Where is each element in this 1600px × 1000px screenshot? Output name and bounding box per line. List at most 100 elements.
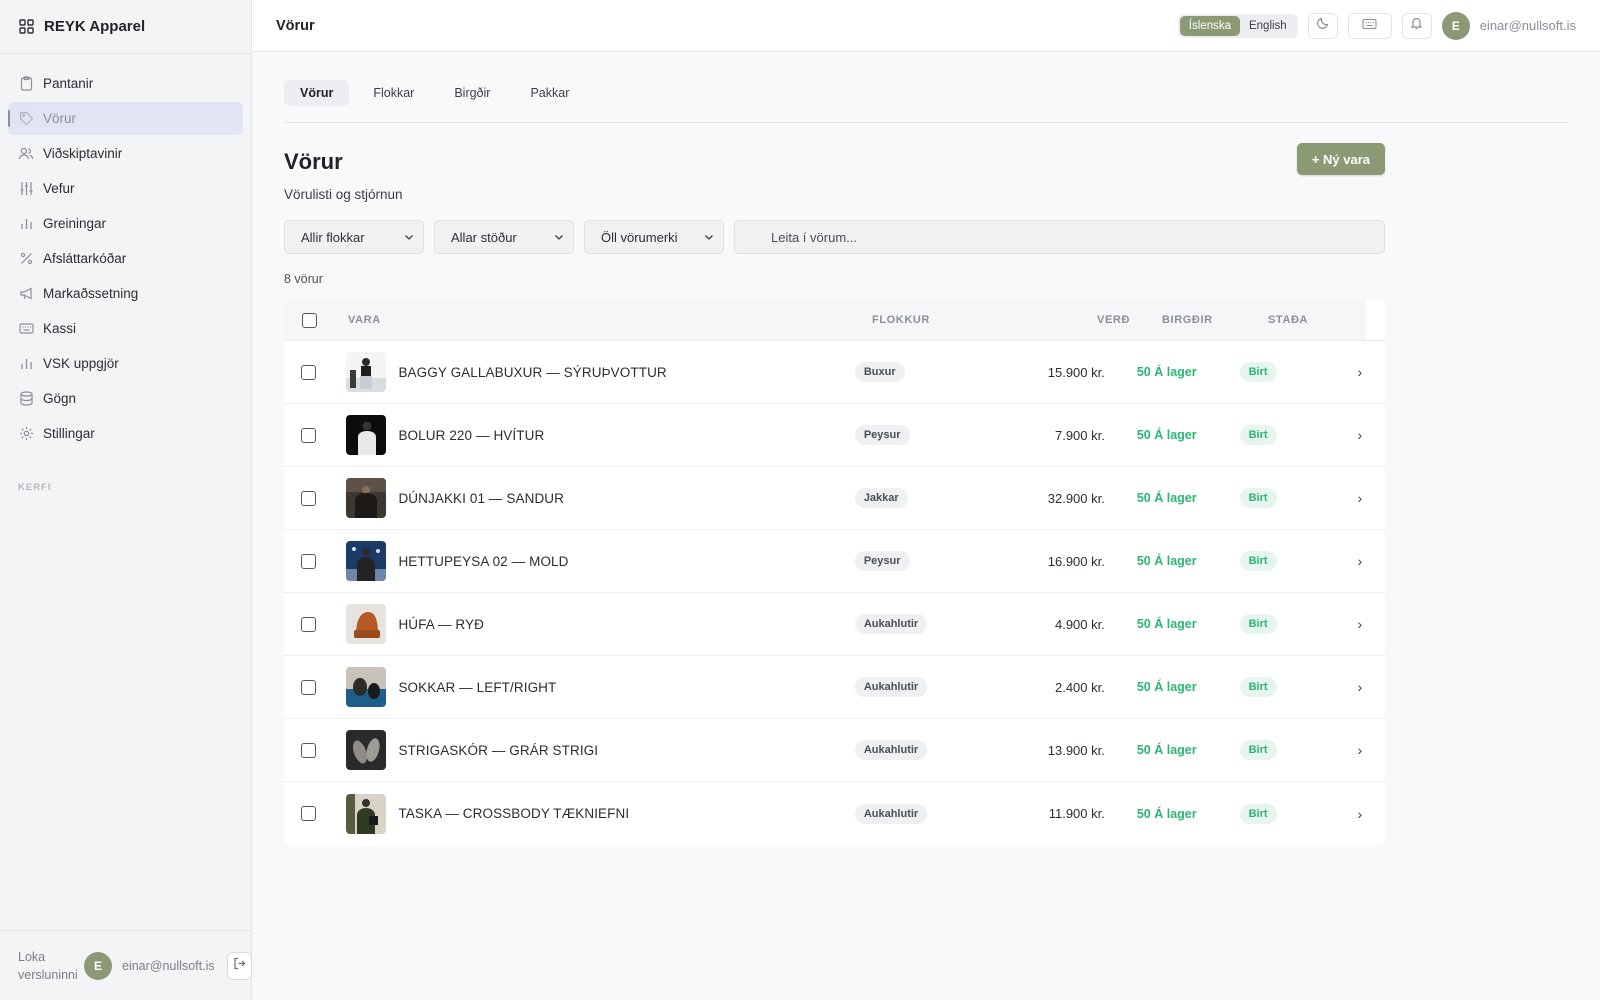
sidebar-item-label: Vefur [43, 181, 75, 196]
sidebar-item-vefur[interactable]: Vefur [8, 172, 243, 205]
bell-icon [1410, 16, 1423, 35]
brand-filter-select[interactable]: Öll vörumerki [584, 220, 724, 254]
notifications-button[interactable] [1401, 12, 1432, 39]
sidebar-item-vidskiptavinir[interactable]: Viðskiptavinir [8, 137, 243, 170]
dark-mode-button[interactable] [1307, 12, 1338, 39]
category-badge: Aukahlutir [854, 740, 928, 760]
close-store-link[interactable]: Loka versluninni [18, 948, 78, 984]
chevron-right-icon[interactable]: › [1357, 742, 1362, 758]
filter-bar: Allir flokkar Allar stöður Öll vörumerki… [284, 220, 1385, 254]
sidebar-item-vorur[interactable]: Vörur [8, 102, 243, 135]
row-checkbox-cell [284, 490, 332, 506]
category-cell: Peysur [839, 551, 993, 571]
category-badge: Aukahlutir [854, 803, 928, 824]
table-row[interactable]: STRIGASKÓR — GRÁR STRIGI Aukahlutir 13.9… [284, 719, 1385, 782]
chevron-right-icon[interactable]: › [1357, 806, 1362, 822]
product-price: 13.900 kr. [1047, 742, 1105, 758]
table-row[interactable]: HETTUPEYSA 02 — MOLD Peysur 16.900 kr. 5… [284, 530, 1385, 593]
sidebar-item-vsk-uppgjor[interactable]: VSK uppgjör [8, 347, 243, 380]
percent-icon [18, 251, 34, 267]
stock-status: 50 Á lager [1136, 491, 1197, 505]
select-value: Öll vörumerki [601, 229, 678, 245]
user-email[interactable]: einar@nullsoft.is [1480, 18, 1576, 33]
sidebar-item-kassi[interactable]: Kassi [8, 312, 243, 345]
chevron-right-icon[interactable]: › [1357, 616, 1362, 632]
page-header-title: Vörur [276, 17, 315, 34]
column-header-stada: STAÐA [1268, 300, 1366, 340]
sidebar-item-stillingar[interactable]: Stillingar [8, 417, 243, 450]
brand[interactable]: REYK Apparel [0, 0, 251, 54]
category-filter-select[interactable]: Allir flokkar [284, 220, 424, 254]
row-checkbox[interactable] [300, 490, 316, 506]
lang-button-islenska[interactable]: Íslenska [1179, 15, 1240, 36]
product-name[interactable]: BOLUR 220 — HVÍTUR [398, 428, 544, 443]
chevron-right-icon[interactable]: › [1357, 679, 1362, 695]
sidebar-item-markadssetning[interactable]: Markaðssetning [8, 277, 243, 310]
row-checkbox[interactable] [300, 616, 316, 632]
header-select-all [284, 300, 334, 340]
product-thumbnail [346, 604, 387, 644]
tab-pakkar[interactable]: Pakkar [514, 80, 585, 106]
main-content: Vörur Flokkar Birgðir Pakkar Vörur Vörul… [284, 52, 1568, 845]
product-name[interactable]: STRIGASKÓR — GRÁR STRIGI [398, 743, 598, 758]
keyboard-shortcuts-button[interactable] [1347, 12, 1392, 39]
product-price: 4.900 kr. [1054, 616, 1105, 632]
avatar[interactable]: E [1441, 11, 1470, 40]
stock-status: 50 Á lager [1136, 680, 1197, 694]
row-checkbox[interactable] [300, 364, 316, 380]
stock-status: 50 Á lager [1136, 806, 1197, 821]
chevron-right-icon[interactable]: › [1357, 553, 1362, 569]
sidebar-item-label: Pantanir [43, 76, 94, 91]
row-checkbox-cell [284, 427, 332, 443]
megaphone-icon [18, 286, 34, 302]
brand-name: REYK Apparel [44, 18, 146, 35]
row-chevron-cell: › [1335, 616, 1385, 632]
row-checkbox-cell [284, 364, 332, 380]
status-badge: Birt [1239, 362, 1277, 382]
row-checkbox[interactable] [300, 742, 316, 758]
table-row[interactable]: SOKKAR — LEFT/RIGHT Aukahlutir 2.400 kr.… [284, 656, 1385, 719]
product-search-input[interactable]: Leita í vörum... [734, 220, 1385, 254]
stock-cell: 50 Á lager [1113, 552, 1240, 570]
table-row[interactable]: TASKA — CROSSBODY TÆKNIEFNI Aukahlutir 1… [284, 782, 1385, 845]
sidebar-item-label: Stillingar [43, 426, 95, 441]
sidebar-item-gogn[interactable]: Gögn [8, 382, 243, 415]
category-badge: Jakkar [854, 488, 908, 508]
product-name[interactable]: BAGGY GALLABUXUR — SÝRUÞVOTTUR [398, 365, 666, 380]
product-name[interactable]: TASKA — CROSSBODY TÆKNIEFNI [398, 806, 629, 821]
product-name[interactable]: HÚFA — RYÐ [398, 617, 484, 632]
select-all-checkbox[interactable] [301, 312, 317, 328]
stock-cell: 50 Á lager [1113, 615, 1240, 633]
product-name[interactable]: SOKKAR — LEFT/RIGHT [398, 680, 556, 695]
table-row[interactable]: BOLUR 220 — HVÍTUR Peysur 7.900 kr. 50 Á… [284, 404, 1385, 467]
row-checkbox[interactable] [300, 427, 316, 443]
status-cell: Birt [1239, 614, 1335, 634]
product-name[interactable]: DÚNJAKKI 01 — SANDUR [398, 491, 564, 506]
row-checkbox-cell [284, 616, 332, 632]
chevron-right-icon[interactable]: › [1357, 490, 1362, 506]
sidebar-item-greiningar[interactable]: Greiningar [8, 207, 243, 240]
row-checkbox[interactable] [300, 553, 316, 569]
category-cell: Aukahlutir [839, 614, 993, 634]
tab-flokkar[interactable]: Flokkar [357, 80, 430, 106]
sidebar-item-afslattarkodar[interactable]: Afsláttarkóðar [8, 242, 243, 275]
table-row[interactable]: HÚFA — RYÐ Aukahlutir 4.900 kr. 50 Á lag… [284, 593, 1385, 656]
column-header-vara: VARA [334, 300, 856, 340]
chevron-right-icon[interactable]: › [1357, 427, 1362, 443]
row-checkbox[interactable] [300, 679, 316, 695]
lang-button-english[interactable]: English [1240, 16, 1296, 36]
table-row[interactable]: DÚNJAKKI 01 — SANDUR Jakkar 32.900 kr. 5… [284, 467, 1385, 530]
tab-vorur[interactable]: Vörur [284, 80, 350, 106]
product-name[interactable]: HETTUPEYSA 02 — MOLD [398, 554, 568, 569]
table-row[interactable]: BAGGY GALLABUXUR — SÝRUÞVOTTUR Buxur 15.… [284, 341, 1385, 404]
row-checkbox[interactable] [300, 806, 316, 821]
chevron-right-icon[interactable]: › [1357, 364, 1362, 380]
users-icon [18, 146, 34, 162]
status-badge: Birt [1239, 614, 1277, 634]
logout-button[interactable] [226, 951, 252, 980]
tab-birgdir[interactable]: Birgðir [438, 80, 506, 106]
status-filter-select[interactable]: Allar stöður [434, 220, 574, 254]
tab-bar: Vörur Flokkar Birgðir Pakkar [284, 80, 1568, 123]
new-product-button[interactable]: + Ný vara [1296, 143, 1385, 175]
sidebar-item-pantanir[interactable]: Pantanir [8, 67, 243, 100]
